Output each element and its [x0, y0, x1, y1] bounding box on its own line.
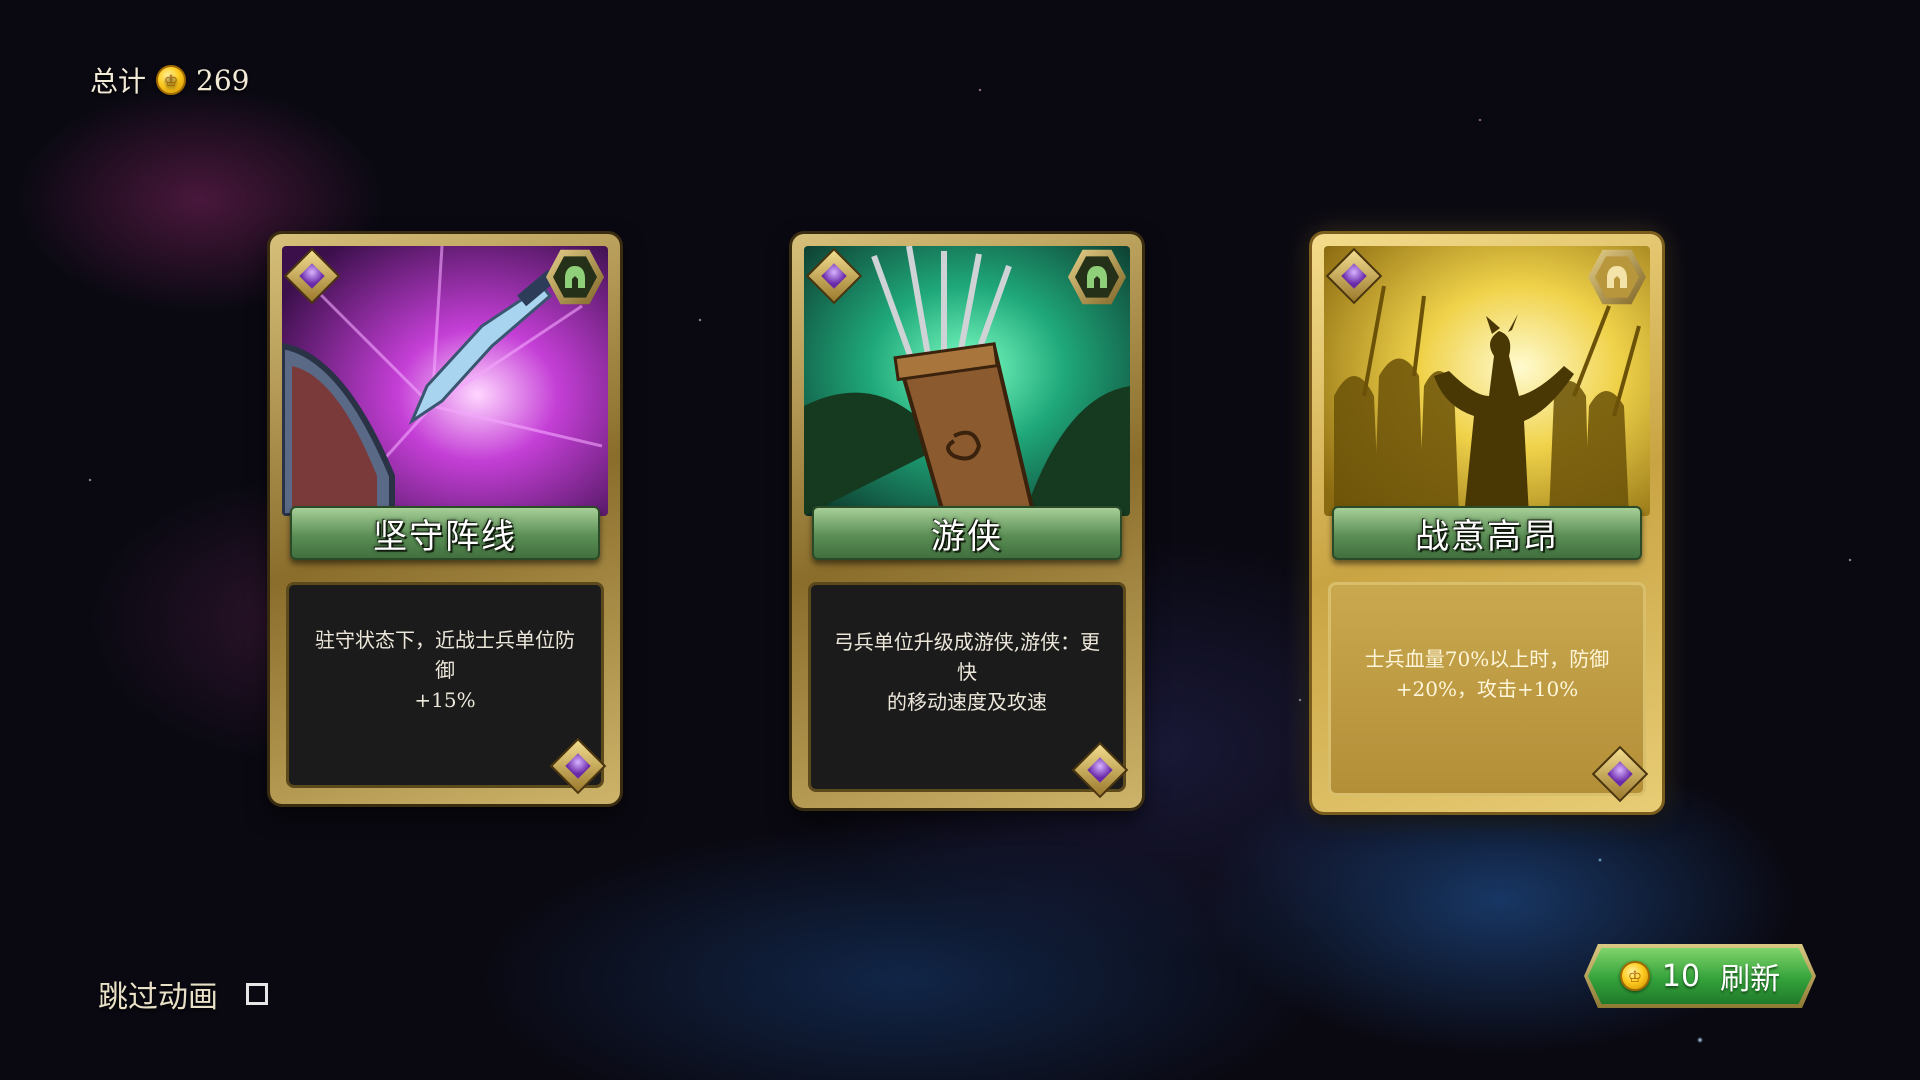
description-line: +15% [414, 688, 476, 712]
total-label: 总计 [90, 65, 147, 98]
card-description-panel: 士兵血量70%以上时，防御 +20%，攻击+10% [1328, 582, 1646, 796]
description-line: 士兵血量70%以上时，防御 [1364, 647, 1610, 671]
card-description: 驻守状态下，近战士兵单位防御 +15% [307, 625, 583, 715]
upgrade-card-1[interactable]: 坚守阵线 驻守状态下，近战士兵单位防御 +15% [270, 234, 620, 804]
refresh-cost: 10 [1661, 958, 1701, 994]
card-title-banner: 战意高昂 [1332, 506, 1642, 560]
skip-animation-label: 跳过动画 [98, 980, 218, 1015]
skip-animation-checkbox[interactable] [246, 983, 268, 1005]
description-line: 的移动速度及攻速 [887, 690, 1047, 714]
description-line: 弓兵单位升级成游侠,游侠：更快 [833, 630, 1101, 684]
upgrade-card-2[interactable]: 游侠 弓兵单位升级成游侠,游侠：更快 的移动速度及攻速 [792, 234, 1142, 808]
helmet-icon [1087, 266, 1107, 288]
card-title: 战意高昂 [1415, 516, 1559, 557]
refresh-button[interactable]: ♔ 10 刷新 [1584, 944, 1816, 1008]
card-description-panel: 驻守状态下，近战士兵单位防御 +15% [286, 582, 604, 788]
refresh-button-face: ♔ 10 刷新 [1588, 948, 1812, 1004]
card-title: 坚守阵线 [373, 516, 517, 557]
card-title: 游侠 [931, 516, 1003, 557]
upgrade-card-3[interactable]: 战意高昂 士兵血量70%以上时，防御 +20%，攻击+10% [1312, 234, 1662, 812]
gold-coin-icon: ♔ [156, 65, 187, 95]
skip-animation-toggle[interactable]: 跳过动画 [98, 972, 268, 1016]
card-description: 弓兵单位升级成游侠,游侠：更快 的移动速度及攻速 [829, 627, 1105, 717]
total-value: 269 [196, 63, 250, 97]
description-line: 驻守状态下，近战士兵单位防御 [315, 628, 575, 682]
card-description: 士兵血量70%以上时，防御 +20%，攻击+10% [1365, 644, 1609, 704]
card-title-banner: 坚守阵线 [290, 506, 600, 560]
description-line: +20%，攻击+10% [1395, 677, 1579, 701]
gold-coin-icon: ♔ [1619, 961, 1650, 991]
card-description-panel: 弓兵单位升级成游侠,游侠：更快 的移动速度及攻速 [808, 582, 1126, 792]
helmet-icon [1607, 266, 1627, 288]
coin-total: 总计 ♔ 269 [90, 60, 249, 100]
card-title-banner: 游侠 [812, 506, 1122, 560]
helmet-icon [565, 266, 585, 288]
refresh-label: 刷新 [1720, 962, 1781, 997]
